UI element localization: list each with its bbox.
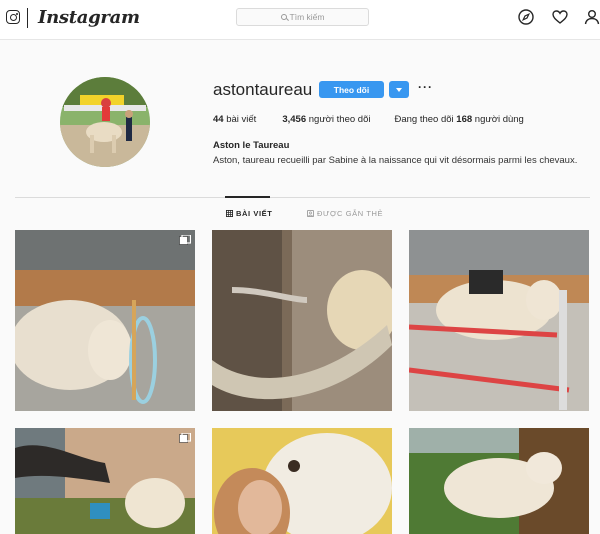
chevron-down-icon [396, 87, 402, 92]
post-thumbnail-4[interactable] [15, 428, 195, 534]
heart-icon[interactable] [552, 9, 568, 25]
top-navigation: Instagram Tìm kiếm [0, 0, 600, 40]
tab-posts[interactable]: BÀI VIẾT [226, 209, 272, 218]
post-thumbnail-5[interactable] [212, 428, 392, 534]
tab-tagged-label: ĐƯỢC GẮN THẺ [317, 209, 384, 218]
post-thumbnail-2[interactable] [212, 230, 392, 411]
followers-stat[interactable]: 3,456 người theo dõi [282, 114, 370, 125]
compass-icon[interactable] [518, 9, 534, 25]
following-count: 168 [456, 114, 473, 125]
following-label: người dùng [474, 114, 524, 125]
profile-stats: 44 bài viết 3,456 người theo dõi Đang th… [213, 114, 524, 125]
grid-icon [226, 210, 233, 217]
tab-posts-label: BÀI VIẾT [236, 209, 273, 218]
multi-photo-icon [179, 433, 191, 443]
following-prefix: Đang theo dõi [394, 114, 454, 125]
posts-count: 44 [213, 114, 224, 125]
profile-avatar[interactable] [60, 77, 150, 167]
instagram-logo[interactable]: Instagram [38, 7, 140, 28]
post-thumbnail-6[interactable] [409, 428, 589, 534]
following-stat[interactable]: Đang theo dõi 168 người dùng [394, 114, 523, 125]
search-icon [280, 14, 287, 20]
tab-tagged[interactable]: ĐƯỢC GẮN THẺ [307, 209, 383, 218]
posts-label: bài viết [226, 114, 257, 125]
search-placeholder: Tìm kiếm [289, 12, 325, 22]
active-tab-indicator [225, 196, 270, 198]
suggestions-dropdown-button[interactable] [389, 81, 409, 98]
profile-bio: Aston, taureau recueilli par Sabine à la… [213, 155, 578, 166]
instagram-glyph-icon[interactable] [6, 10, 20, 24]
profile-display-name: Aston le Taureau [213, 140, 290, 151]
posts-stat: 44 bài viết [213, 114, 256, 125]
post-thumbnail-1[interactable] [15, 230, 195, 411]
search-input[interactable]: Tìm kiếm [236, 8, 369, 26]
profile-username: astontaureau [213, 80, 313, 99]
nav-divider [27, 8, 28, 28]
tabs-divider [15, 197, 590, 198]
follow-button[interactable]: Theo dõi [319, 81, 384, 98]
followers-label: người theo dõi [308, 114, 371, 125]
user-icon[interactable] [584, 9, 600, 25]
multi-photo-icon [179, 235, 191, 245]
more-options-button[interactable]: ··· [418, 80, 433, 94]
post-thumbnail-3[interactable] [409, 230, 589, 411]
followers-count: 3,456 [282, 114, 307, 125]
tag-icon [307, 210, 314, 217]
